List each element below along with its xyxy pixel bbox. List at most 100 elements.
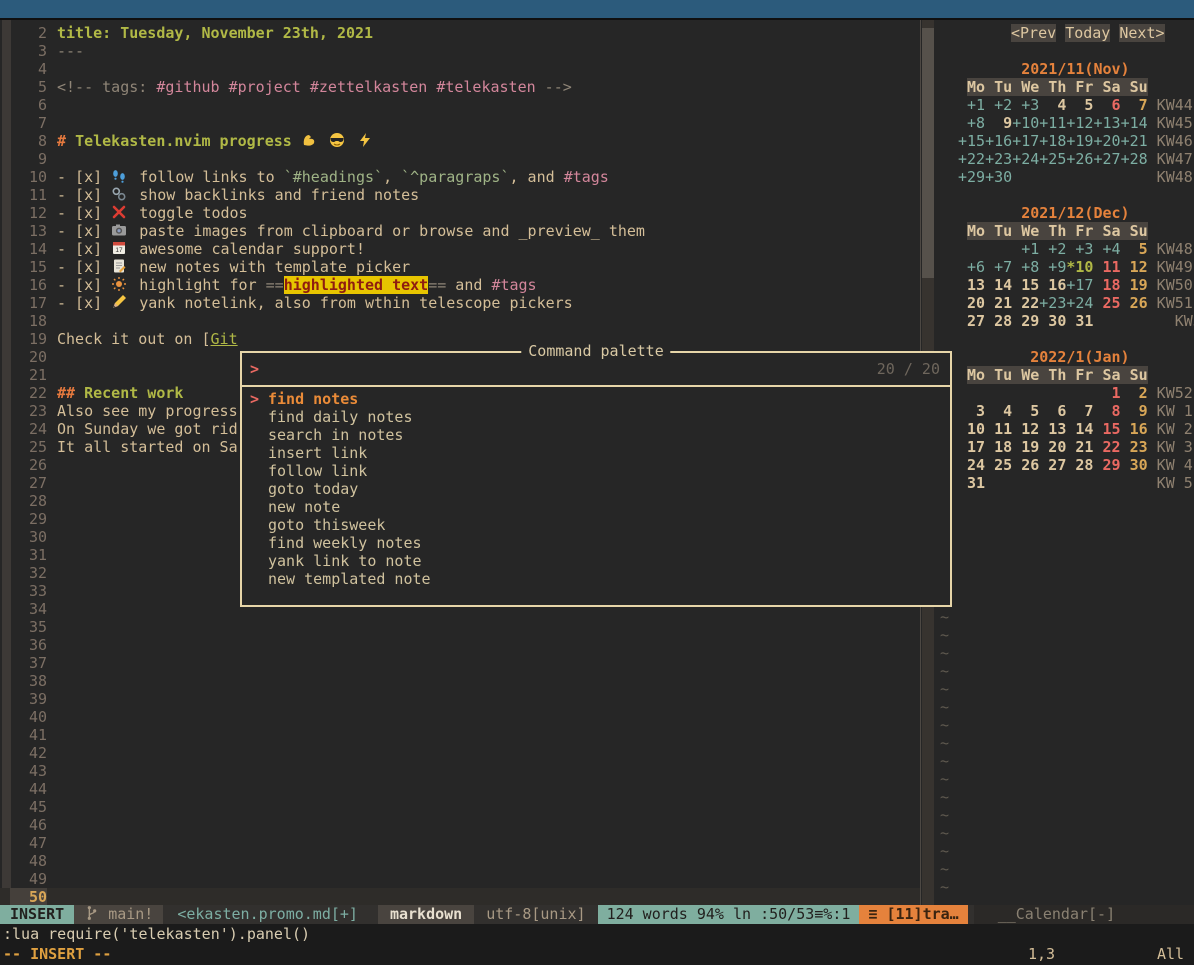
calendar-day-cell[interactable]: 5 — [1121, 240, 1148, 258]
command-line[interactable]: :lua require('telekasten').panel() — [0, 924, 1194, 944]
calendar-day-cell[interactable]: 21 — [1066, 438, 1093, 456]
scrollbar-thumb[interactable] — [922, 28, 934, 278]
calendar-day-cell[interactable]: 22 — [1093, 438, 1120, 456]
calendar-day-cell[interactable]: +10 — [1012, 114, 1039, 132]
calendar-day-cell[interactable]: +1 — [1012, 240, 1039, 258]
calendar-day-cell[interactable]: 26 — [1012, 456, 1039, 474]
calendar-day-cell[interactable]: +19 — [1066, 132, 1093, 150]
calendar-day-cell[interactable]: 26 — [1121, 294, 1148, 312]
calendar-day-cell[interactable]: +7 — [985, 258, 1012, 276]
calendar-day-cell[interactable]: +1 — [958, 96, 985, 114]
palette-item[interactable]: follow link — [242, 462, 950, 480]
calendar-day-cell[interactable]: 25 — [1093, 294, 1120, 312]
calendar-day-cell[interactable]: +15 — [958, 132, 985, 150]
calendar-day-cell[interactable]: 30 — [1121, 456, 1148, 474]
calendar-day-cell[interactable]: 1 — [1093, 384, 1120, 402]
calendar-day-cell[interactable]: 28 — [1066, 456, 1093, 474]
calendar-day-cell[interactable]: 4 — [985, 402, 1012, 420]
calendar-day-cell[interactable]: +13 — [1093, 114, 1120, 132]
calendar-day-cell[interactable]: +23 — [985, 150, 1012, 168]
calendar-today-button[interactable]: Today — [1065, 24, 1110, 42]
calendar-day-cell[interactable]: +11 — [1039, 114, 1066, 132]
calendar-day-cell[interactable]: +8 — [958, 114, 985, 132]
calendar-day-cell[interactable]: 30 — [1039, 312, 1066, 330]
calendar-day-cell[interactable]: +8 — [1012, 258, 1039, 276]
calendar-day-cell[interactable]: 14 — [1066, 420, 1093, 438]
calendar-day-cell[interactable]: +17 — [1012, 132, 1039, 150]
calendar-day-cell[interactable]: +3 — [1066, 240, 1093, 258]
calendar-day-cell[interactable]: +9 — [1039, 258, 1066, 276]
calendar-day-cell[interactable]: 4 — [1039, 96, 1066, 114]
calendar-day-cell[interactable]: 5 — [1066, 96, 1093, 114]
calendar-day-cell[interactable]: 13 — [958, 276, 985, 294]
calendar-day-cell[interactable]: +23 — [1039, 294, 1066, 312]
editor-area[interactable]: 2345678910111213141516171819202122232425… — [0, 20, 1194, 905]
calendar-day-cell[interactable]: 31 — [958, 474, 985, 492]
calendar-day-cell[interactable]: 9 — [1121, 402, 1148, 420]
calendar-day-cell[interactable]: 13 — [1039, 420, 1066, 438]
calendar-day-cell[interactable]: 12 — [1012, 420, 1039, 438]
palette-item[interactable]: insert link — [242, 444, 950, 462]
calendar-day-cell[interactable]: +24 — [1012, 150, 1039, 168]
calendar-day-cell[interactable]: 3 — [958, 402, 985, 420]
calendar-day-cell[interactable]: 29 — [1093, 456, 1120, 474]
calendar-day-cell[interactable]: 11 — [1093, 258, 1120, 276]
calendar-day-cell[interactable]: +18 — [1039, 132, 1066, 150]
calendar-day-cell[interactable]: 18 — [1093, 276, 1120, 294]
calendar-day-cell[interactable]: +6 — [958, 258, 985, 276]
palette-item[interactable]: new note — [242, 498, 950, 516]
calendar-day-cell[interactable]: 12 — [1121, 258, 1148, 276]
calendar-day-cell[interactable]: 19 — [1121, 276, 1148, 294]
calendar-day-cell[interactable]: +2 — [985, 96, 1012, 114]
calendar-day-cell[interactable]: +25 — [1039, 150, 1066, 168]
calendar-day-cell[interactable]: 20 — [958, 294, 985, 312]
palette-item[interactable]: search in notes — [242, 426, 950, 444]
calendar-day-cell[interactable]: +30 — [985, 168, 1012, 186]
calendar-day-cell[interactable]: 6 — [1093, 96, 1120, 114]
calendar-day-cell[interactable]: 18 — [985, 438, 1012, 456]
calendar-day-cell[interactable]: 23 — [1121, 438, 1148, 456]
calendar-day-cell[interactable]: 28 — [985, 312, 1012, 330]
calendar-prev-button[interactable]: <Prev — [1011, 24, 1056, 42]
calendar-day-cell[interactable]: 22 — [1012, 294, 1039, 312]
calendar-next-button[interactable]: Next> — [1119, 24, 1164, 42]
calendar-day-cell[interactable]: 15 — [1012, 276, 1039, 294]
calendar-day-cell[interactable]: 6 — [1039, 402, 1066, 420]
palette-item[interactable]: yank link to note — [242, 552, 950, 570]
calendar-day-cell[interactable]: 19 — [1012, 438, 1039, 456]
calendar-day-cell[interactable]: 16 — [1039, 276, 1066, 294]
calendar-day-cell[interactable]: 14 — [985, 276, 1012, 294]
palette-item[interactable]: goto today — [242, 480, 950, 498]
calendar-day-cell[interactable]: 15 — [1093, 420, 1120, 438]
calendar-day-cell[interactable]: 7 — [1121, 96, 1148, 114]
calendar-day-cell[interactable]: +2 — [1039, 240, 1066, 258]
calendar-day-cell[interactable]: +27 — [1093, 150, 1120, 168]
calendar-day-cell[interactable]: +21 — [1121, 132, 1148, 150]
calendar-day-cell[interactable]: 21 — [985, 294, 1012, 312]
palette-item[interactable]: find daily notes — [242, 408, 950, 426]
calendar-day-cell[interactable]: 11 — [985, 420, 1012, 438]
calendar-day-cell[interactable]: *10 — [1066, 258, 1093, 276]
calendar-day-cell[interactable]: 31 — [1066, 312, 1093, 330]
calendar-day-cell[interactable]: 2 — [1121, 384, 1148, 402]
palette-item[interactable]: new templated note — [242, 570, 950, 588]
calendar-day-cell[interactable]: 25 — [985, 456, 1012, 474]
palette-prompt-box[interactable]: Command palette > 20 / 20 — [240, 351, 952, 387]
calendar-day-cell[interactable]: 9 — [985, 114, 1012, 132]
calendar-day-cell[interactable]: 17 — [958, 438, 985, 456]
palette-item[interactable]: >find notes — [242, 390, 950, 408]
filename-segment[interactable]: <ekasten.promo.md[+] — [163, 905, 372, 924]
buffer-tab-segment[interactable]: ≡ [11]tra… — [859, 905, 967, 924]
calendar-day-cell[interactable]: 20 — [1039, 438, 1066, 456]
calendar-day-cell[interactable]: 27 — [958, 312, 985, 330]
palette-item[interactable]: find weekly notes — [242, 534, 950, 552]
calendar-day-cell[interactable]: +4 — [1093, 240, 1120, 258]
calendar-day-cell[interactable]: 8 — [1093, 402, 1120, 420]
calendar-day-cell[interactable]: +12 — [1066, 114, 1093, 132]
git-branch-segment[interactable]: main! — [74, 905, 163, 924]
calendar-day-cell[interactable]: 27 — [1039, 456, 1066, 474]
calendar-day-cell[interactable]: +16 — [985, 132, 1012, 150]
calendar-day-cell[interactable]: +17 — [1066, 276, 1093, 294]
palette-item[interactable]: goto thisweek — [242, 516, 950, 534]
calendar-day-cell[interactable]: +29 — [958, 168, 985, 186]
